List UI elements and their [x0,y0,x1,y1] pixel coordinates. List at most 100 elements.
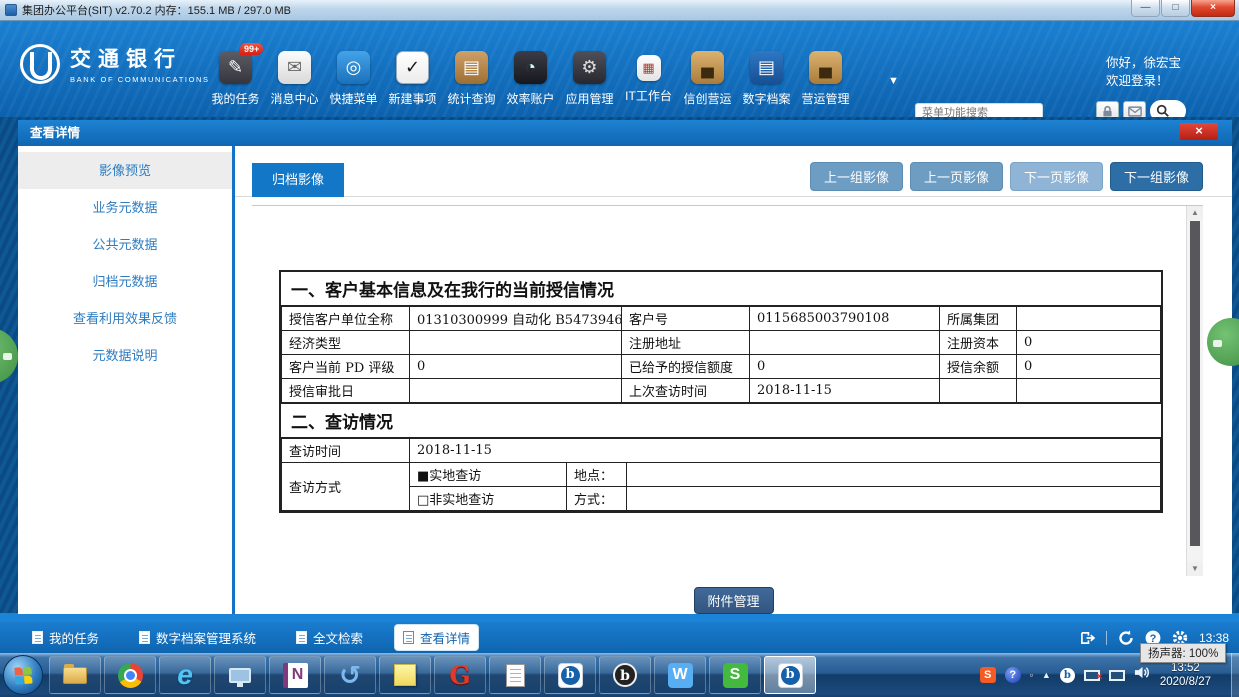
display-tray-icon[interactable] [1109,670,1125,681]
tray-mini-icon[interactable]: ▫ [1030,670,1033,680]
scrollbar-thumb[interactable] [1190,221,1200,546]
refresh-icon [1118,630,1134,646]
g-logo-icon: G [449,661,470,690]
scroll-down-arrow[interactable]: ▼ [1187,562,1203,576]
taskbar-onenote[interactable]: N [269,656,321,694]
refresh-button[interactable] [1118,630,1134,646]
table-row: 查访时间 2018-11-15 [282,439,1161,463]
nav-item-app-management[interactable]: ⚙ 应用管理 [562,51,617,107]
bank-logo-icon [20,44,60,84]
apptab-view-detail[interactable]: 查看详情 [395,625,478,650]
maximize-button[interactable]: □ [1161,0,1190,17]
nav-item-message-center[interactable]: ✉ 消息中心 [267,51,322,107]
network-error-icon[interactable]: × [1084,670,1100,681]
sidebar-item-business-metadata[interactable]: 业务元数据 [18,189,232,226]
minimize-button[interactable]: — [1131,0,1160,17]
envelope-icon: ✉ [278,51,311,84]
table-row: 授信审批日 上次查访时间 2018-11-15 [282,379,1161,403]
search-icon [1156,104,1170,118]
nav-item-xinchuang-ops[interactable]: ▄ 信创营运 [680,51,735,107]
taskbar-chrome[interactable] [104,656,156,694]
tab-archived-image[interactable]: 归档影像 [252,163,344,197]
sidebar-item-archive-metadata[interactable]: 归档元数据 [18,263,232,300]
taskbar-swirl-app[interactable]: ↺ [324,656,376,694]
dialog-close-button[interactable]: × [1180,123,1218,140]
speaker-tooltip: 扬声器: 100% [1140,643,1226,663]
help-tray-icon[interactable]: ? [1005,667,1021,683]
chevron-down-icon[interactable]: ▼ [888,75,899,87]
sidebar-item-metadata-notes[interactable]: 元数据说明 [18,337,232,374]
statistics-icon: ▤ [455,51,488,84]
onsite-option: ■实地查访 [410,463,567,487]
viewer-scrollbar[interactable]: ▲ ▼ [1186,206,1203,576]
table-row: 授信客户单位全称 01310300999 自动化 B5473946 客户号 01… [282,307,1161,331]
ops-desk-icon: ▄ [809,51,842,84]
prev-group-button[interactable]: 上一组影像 [810,162,903,191]
sidebar-item-usage-feedback[interactable]: 查看利用效果反馈 [18,300,232,337]
taskbar-notepad[interactable] [489,656,541,694]
taskbar-bocom-tool[interactable]: b [599,656,651,694]
prev-page-button[interactable]: 上一页影像 [910,162,1003,191]
apptab-digital-archive-system[interactable]: 数字档案管理系统 [131,625,264,650]
show-desktop-button[interactable] [1231,653,1239,697]
nav-item-quick-menu[interactable]: ◎ 快捷菜单 [326,51,381,107]
nav-item-it-workbench[interactable]: ▦ IT工作台 [621,51,676,107]
taskbar-g-app[interactable]: G [434,656,486,694]
apptab-my-tasks[interactable]: 我的任务 [24,625,107,650]
document-icon [403,631,414,644]
logout-button[interactable] [1080,631,1095,645]
sogou-input-icon[interactable]: S [980,667,996,683]
nav-item-statistics-query[interactable]: ▤ 统计查询 [444,51,499,107]
next-group-button[interactable]: 下一组影像 [1110,162,1203,191]
windows-logo-icon [14,666,33,685]
efficiency-icon: ◔ [514,51,547,84]
notepad-icon [506,664,525,687]
bocom-logo-icon: b [778,663,803,688]
document-icon [32,631,43,644]
taskbar-explorer[interactable] [49,656,101,694]
offsite-option: □非实地查访 [410,487,567,511]
bank-name-en: BANK OF COMMUNICATIONS [70,75,210,84]
next-page-button[interactable]: 下一页影像 [1010,162,1103,191]
nav-item-new-item[interactable]: ✓ 新建事项 [385,51,440,107]
window-bottom-strip [0,613,1239,622]
doc-section1-title: 一、客户基本信息及在我行的当前授信情况 [281,272,1161,306]
bocom-tray-icon[interactable]: b [1060,668,1075,683]
bank-logo: 交通银行 BANK OF COMMUNICATIONS [20,43,210,84]
scroll-up-arrow[interactable]: ▲ [1187,206,1203,220]
it-workbench-icon: ▦ [637,55,661,81]
onenote-icon: N [283,663,308,688]
mail-icon [1128,106,1142,117]
sidebar-item-public-metadata[interactable]: 公共元数据 [18,226,232,263]
tasks-badge: 99+ [240,43,263,55]
apptab-fulltext-search[interactable]: 全文检索 [288,625,371,650]
document-page: 一、客户基本信息及在我行的当前授信情况 授信客户单位全称 01310300999… [279,270,1163,513]
taskbar-wps-spreadsheet[interactable]: S [709,656,761,694]
user-greeting: 你好，徐宏宝 欢迎登录！ [1106,54,1181,90]
app-header: 交通银行 BANK OF COMMUNICATIONS ✎ 99+ 我的任务 ✉… [0,21,1239,117]
nav-item-operations-management[interactable]: ▄ 营运管理 [798,51,853,107]
taskbar-sticky-notes[interactable] [379,656,431,694]
detail-dialog: 查看详情 × 影像预览 业务元数据 公共元数据 归档元数据 查看利用效果反馈 元… [18,120,1232,614]
show-hidden-icons[interactable]: ▲ [1042,670,1051,680]
attachment-management-button[interactable]: 附件管理 [694,587,774,614]
swirl-icon: ↺ [339,660,361,691]
system-clock[interactable]: 13:52 2020/8/27 [1160,661,1211,689]
close-window-button[interactable]: × [1191,0,1235,17]
sidebar-item-image-preview[interactable]: 影像预览 [18,152,232,189]
dialog-title: 查看详情 [30,126,80,140]
doc-section2-title: 二、查访情况 [281,403,1161,438]
taskbar-bocom-platform-active[interactable]: b [764,656,816,694]
desk-icon: ▄ [691,51,724,84]
nav-item-my-tasks[interactable]: ✎ 99+ 我的任务 [208,51,263,107]
nav-item-digital-archive[interactable]: ▤ 数字档案 [739,51,794,107]
start-button[interactable] [3,655,43,695]
volume-icon[interactable] [1134,665,1151,685]
taskbar-remote-desktop[interactable] [214,656,266,694]
taskbar-wps-writer[interactable]: W [654,656,706,694]
table-row: □非实地查访 方式： [282,487,1161,511]
nav-item-efficiency-account[interactable]: ◔ 效率账户 [503,51,558,107]
folder-icon [63,667,87,684]
taskbar-internet-explorer[interactable]: e [159,656,211,694]
taskbar-bocom-client[interactable]: b [544,656,596,694]
